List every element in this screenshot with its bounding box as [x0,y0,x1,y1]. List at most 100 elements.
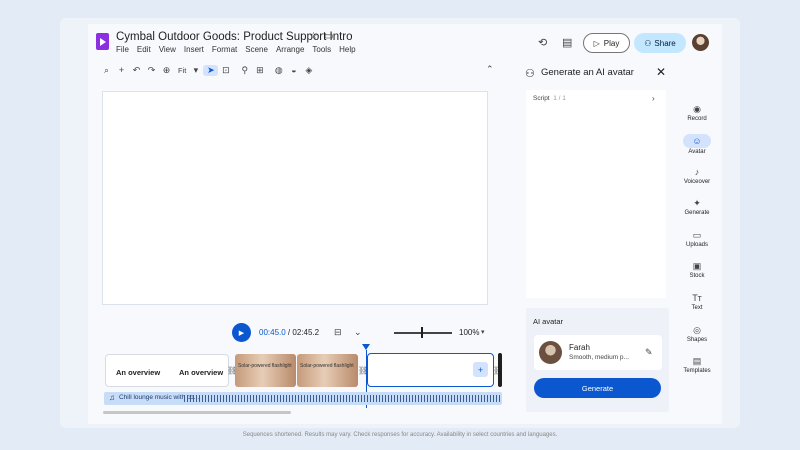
paint-format-icon[interactable]: ⚲ [237,65,252,76]
add-clip-button[interactable]: + [473,362,488,377]
image-clip-2-label: Solar-powered flashlight [300,363,354,369]
rail-generate[interactable]: ✦ Generate [679,198,715,216]
menu-insert[interactable]: Insert [184,45,204,54]
rail-stock[interactable]: ▣ Stock [679,261,715,279]
menu-arrange[interactable]: Arrange [276,45,304,54]
script-area[interactable] [526,90,666,298]
select-cursor-icon[interactable]: ➤ [203,64,219,76]
zoom-dropdown-icon[interactable]: ▾ [188,65,203,76]
play-button[interactable]: ▷ Play [583,33,630,53]
share-button[interactable]: ⚇ Share [634,33,686,53]
folder-icon: ▭ [692,230,702,240]
timeline-zoom-percent: 100% [459,328,480,337]
collapse-toolbar-icon[interactable]: ⌃ [486,64,494,75]
avatar-icon: ☺ [683,134,711,148]
rail-record-label: Record [687,116,707,122]
star-icon[interactable]: ☆ [309,31,318,42]
menu-help[interactable]: Help [339,45,355,54]
current-time: 00:45.0 [259,328,286,337]
timeline-zoom-thumb[interactable] [421,327,423,338]
timeline-scrollbar[interactable] [103,411,291,414]
rail-voiceover-label: Voiceover [683,179,711,185]
rail-shapes[interactable]: ◎ Shapes [679,325,715,343]
rail-record[interactable]: ◉ Record [679,104,715,122]
rail-templates-label: Templates [683,368,711,374]
rail-avatar-label: Avatar [688,149,706,155]
chevron-right-icon[interactable]: › [652,94,655,103]
zoom-select[interactable]: Fit [178,66,186,75]
panel-title: Generate an AI avatar [541,67,634,78]
palette-icon[interactable]: ◍ [271,65,286,76]
play-timeline-button[interactable]: ▶ [232,323,251,342]
menu-scene[interactable]: Scene [245,45,268,54]
menu-file[interactable]: File [116,45,129,54]
rail-stock-label: Stock [689,273,705,279]
clip-title-right: An overview [179,368,224,377]
history-icon[interactable]: ⟲ [538,36,547,49]
stock-image-icon: ▣ [692,261,702,271]
audio-track[interactable]: ♫ Chill lounge music with co... [104,392,502,405]
rail-text-label: Text [691,305,703,311]
music-note-icon: ♫ [109,393,115,402]
clip-end-handle[interactable] [498,353,502,387]
text-icon: Tт [692,293,702,303]
image-clip-1[interactable]: Solar-powered flashlight [235,354,296,387]
share-icon: ⚇ [644,38,652,48]
image-clip-1-label: Solar-powered flashlight [238,363,292,369]
disclaimer-footnote: Sequences shortened. Results may vary. C… [242,432,558,438]
fill-color-icon[interactable]: ◒ [286,65,301,75]
avatar-name: Farah [569,343,590,352]
text-box-icon[interactable]: ⊡ [218,65,233,76]
menu-format[interactable]: Format [212,45,237,54]
zoom-dropdown-icon[interactable]: ▾ [481,328,485,336]
menu-edit[interactable]: Edit [137,45,151,54]
play-icon: ▷ [593,38,600,48]
timeline-zoom-slider[interactable] [394,332,452,334]
image-clip-2[interactable]: Solar-powered flashlight [297,354,358,387]
templates-icon: ▤ [692,356,702,366]
rail-uploads[interactable]: ▭ Uploads [679,230,715,248]
play-label: Play [603,38,620,48]
time-display: 00:45.0 / 02:45.2 [259,328,319,337]
generate-button[interactable]: Generate [534,378,661,398]
text-clip[interactable]: An overview An overview [105,354,229,387]
chevron-down-icon[interactable]: ⌄ [354,327,362,338]
border-icon[interactable]: ◈ [301,65,316,76]
close-icon[interactable]: ✕ [656,65,666,79]
add-person-icon: ⚇ [525,68,535,80]
toolbar: ⌕ + ↶ ↷ ⊕ Fit ▾ ➤ ⊡ ⚲ ⊞ ◍ ◒ ◈ [99,62,499,78]
app-logo-icon [96,33,109,50]
ai-avatar-label: AI avatar [533,317,564,326]
zoom-icon[interactable]: ⊕ [159,65,174,76]
avatar-thumbnail [539,341,562,364]
audio-waveform [184,395,502,402]
script-label: Script 1 / 1 [533,95,566,102]
menu-bar: File Edit View Insert Format Scene Arran… [116,45,356,54]
script-count: 1 / 1 [553,95,566,102]
avatar-description: Smooth, medium p... [569,354,629,361]
menu-view[interactable]: View [159,45,176,54]
captions-icon[interactable]: ⊟ [334,327,342,338]
undo-icon[interactable]: ↶ [129,65,144,76]
rail-avatar[interactable]: ☺ Avatar [679,134,715,155]
rail-templates[interactable]: ▤ Templates [679,356,715,374]
record-icon: ◉ [693,104,701,114]
rail-uploads-label: Uploads [685,242,708,248]
comment-icon[interactable]: ▤ [562,36,572,49]
redo-icon[interactable]: ↷ [144,65,159,76]
rail-generate-label: Generate [684,210,710,216]
layout-icon[interactable]: ⊞ [252,65,267,76]
menu-tools[interactable]: Tools [312,45,331,54]
voiceover-icon: ♪ [694,167,700,177]
account-avatar[interactable] [692,34,709,51]
rail-text[interactable]: Tт Text [679,293,715,311]
scene-canvas[interactable] [102,91,488,305]
rail-shapes-label: Shapes [686,337,708,343]
script-label-text: Script [533,95,550,102]
folder-icon[interactable]: ▭ [324,31,333,42]
rail-voiceover[interactable]: ♪ Voiceover [679,167,715,185]
search-icon[interactable]: ⌕ [99,65,114,76]
share-label: Share [654,38,676,48]
add-icon[interactable]: + [114,65,129,75]
edit-pencil-icon[interactable]: ✎ [645,347,653,358]
